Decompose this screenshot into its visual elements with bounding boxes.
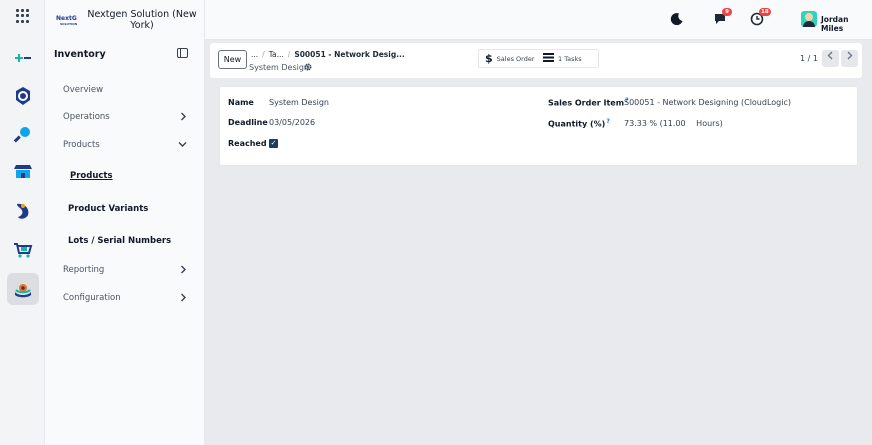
chevron-right-icon — [180, 293, 187, 305]
chevron-down-icon — [178, 140, 187, 151]
sidebar-item-label: Products — [63, 140, 100, 150]
chevron-right-icon — [180, 265, 187, 277]
rail-app-bird[interactable] — [7, 195, 39, 227]
user-avatar[interactable] — [801, 11, 817, 27]
quantity-field: 73.33 % (11.00 Hours) — [624, 119, 723, 128]
sidebar-item-label: Lots / Serial Numbers — [68, 236, 172, 246]
sidebar-item-label: Product Variants — [68, 204, 149, 214]
activities-badge: 18 — [759, 8, 771, 16]
dark-mode-moon-icon[interactable] — [670, 12, 686, 28]
chevron-right-icon — [180, 112, 187, 124]
magnifier-app-icon — [14, 127, 30, 143]
sidebar-item-label: Overview — [63, 85, 104, 95]
smart-button-label: Sales Order — [496, 54, 535, 63]
cart-app-icon — [14, 243, 33, 258]
help-tooltip-icon[interactable]: ? — [606, 118, 609, 125]
inventory-app-icon — [15, 284, 31, 298]
user-name[interactable]: Jordan Miles — [821, 15, 872, 33]
sidebar-item-lots-serial-numbers[interactable]: Lots / Serial Numbers — [45, 232, 205, 252]
sidebar-item-operations[interactable]: Operations — [45, 108, 205, 128]
bird-app-icon — [17, 203, 29, 219]
pager-previous-button[interactable] — [822, 50, 839, 67]
sidebar-item-overview[interactable]: Overview — [45, 81, 205, 101]
top-navbar: 9 18 Jordan Miles — [205, 0, 872, 40]
sidebar-item-label: Configuration — [63, 293, 121, 303]
deadline-field[interactable]: 03/05/2026 — [269, 118, 315, 127]
sidebar-item-product-variants[interactable]: Product Variants — [45, 200, 205, 220]
activities-clock-icon[interactable]: 18 — [750, 8, 771, 28]
sidebar-item-label: Products — [70, 171, 113, 181]
breadcrumb-sales-order[interactable]: S00051 - Network Desig... — [294, 50, 404, 59]
quantity-value: 73.33 % (11.00 — [624, 119, 686, 128]
pager-value[interactable]: 1 / 1 — [800, 54, 818, 63]
new-button[interactable]: New — [218, 50, 247, 69]
reached-checkbox[interactable]: ✓ — [269, 139, 278, 148]
control-panel: New ... / Ta... / S00051 - Network Desig... … — [210, 43, 862, 78]
sales-order-item-label: Sales Order Item? — [548, 97, 629, 108]
quantity-label: Quantity (%)? — [548, 118, 610, 129]
smart-button-label: 1 Tasks — [558, 54, 582, 63]
shield-app-icon — [16, 87, 30, 105]
app-rail — [0, 0, 45, 445]
smart-buttons: $ Sales Order 1 Tasks — [478, 49, 599, 68]
tasks-icon — [543, 52, 554, 65]
sales-order-smart-button[interactable]: $ Sales Order — [485, 50, 535, 67]
rail-app-cart[interactable] — [7, 234, 39, 266]
breadcrumb: ... / Ta... / S00051 - Network Desig... — [251, 50, 405, 59]
company-name: Nextgen Solution (New York) — [87, 9, 197, 31]
tasks-smart-button[interactable]: 1 Tasks — [543, 50, 582, 67]
sidebar-toggle-icon[interactable] — [177, 48, 188, 58]
name-label: Name — [228, 98, 254, 107]
sidebar-item-products-group[interactable]: Products — [45, 136, 205, 156]
gear-icon[interactable] — [304, 63, 312, 73]
svg-text:SOLUTIONS: SOLUTIONS — [60, 22, 77, 26]
chevron-right-icon — [847, 51, 853, 60]
sidebar: NextGenSOLUTIONS Nextgen Solution (New Y… — [45, 0, 205, 445]
messages-badge: 9 — [722, 8, 732, 16]
sidebar-item-label: Reporting — [63, 265, 105, 275]
sales-order-item-field[interactable]: S00051 - Network Designing (CloudLogic) — [624, 98, 791, 107]
rail-app-sync[interactable] — [7, 80, 39, 112]
dollar-icon: $ — [485, 52, 493, 65]
rail-app-discuss[interactable] — [7, 42, 39, 74]
form-sheet: Name System Design Deadline 03/05/2026 R… — [219, 86, 858, 166]
deadline-label: Deadline — [228, 118, 268, 127]
store-app-icon — [14, 165, 32, 178]
record-title: System Design — [249, 63, 309, 72]
pager-next-button[interactable] — [841, 50, 858, 67]
app-menu-icon[interactable] — [16, 9, 30, 23]
company-brand[interactable]: NextGenSOLUTIONS Nextgen Solution (New Y… — [45, 0, 205, 40]
breadcrumb-ellipsis[interactable]: ... — [251, 50, 258, 59]
rail-app-store[interactable] — [7, 156, 39, 188]
plus-minus-app-icon — [15, 54, 31, 62]
reached-label: Reached — [228, 139, 267, 148]
breadcrumb-tasks[interactable]: Ta... — [269, 50, 284, 59]
sidebar-item-products[interactable]: Products — [45, 167, 205, 187]
sidebar-item-configuration[interactable]: Configuration — [45, 289, 205, 309]
sidebar-item-reporting[interactable]: Reporting — [45, 261, 205, 281]
name-field[interactable]: System Design — [269, 98, 329, 107]
sidebar-item-label: Operations — [63, 112, 110, 122]
quantity-unit: Hours) — [696, 119, 723, 128]
sidebar-header: Inventory — [45, 44, 205, 64]
svg-text:NextGen: NextGen — [56, 15, 77, 22]
rail-app-search[interactable] — [7, 118, 39, 150]
chevron-left-icon — [827, 51, 833, 60]
rail-app-inventory[interactable] — [7, 273, 39, 305]
messages-icon[interactable]: 9 — [713, 8, 732, 28]
company-logo: NextGenSOLUTIONS — [55, 13, 85, 27]
sidebar-title: Inventory — [54, 49, 106, 60]
